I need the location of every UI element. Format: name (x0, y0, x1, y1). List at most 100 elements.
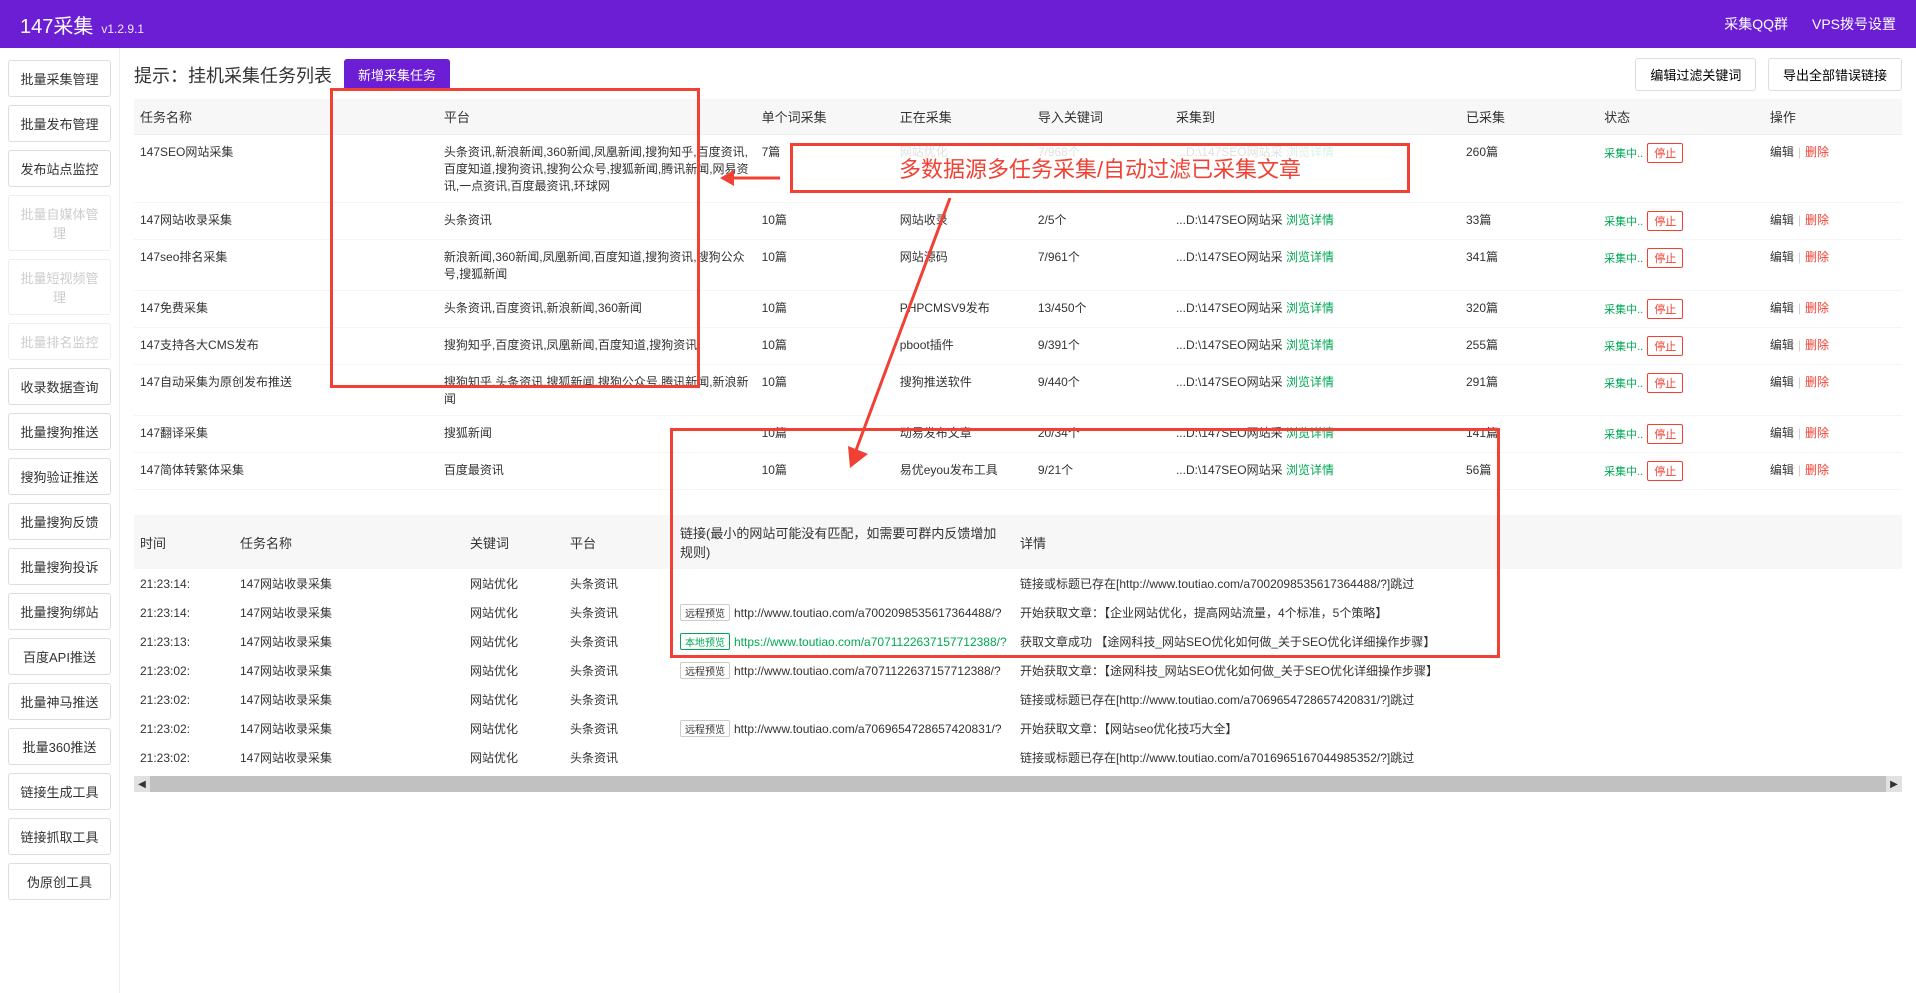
sidebar-item-11[interactable]: 批量搜狗绑站 (8, 593, 111, 630)
sidebar-item-16[interactable]: 链接抓取工具 (8, 818, 111, 855)
delete-link[interactable]: 删除 (1805, 250, 1829, 264)
horizontal-scrollbar[interactable]: ◀ ▶ (134, 776, 1902, 792)
log-time: 21:23:13: (134, 627, 234, 656)
col-header-action: 操作 (1764, 99, 1902, 135)
edit-filter-button[interactable]: 编辑过滤关键词 (1635, 58, 1756, 91)
sidebar-item-13[interactable]: 批量神马推送 (8, 683, 111, 720)
edit-link[interactable]: 编辑 (1770, 213, 1794, 227)
header-link-vps[interactable]: VPS拨号设置 (1812, 14, 1896, 34)
view-detail-link[interactable]: 浏览详情 (1286, 463, 1334, 477)
sidebar-item-8[interactable]: 搜狗验证推送 (8, 458, 111, 495)
delete-link[interactable]: 删除 (1805, 338, 1829, 352)
header-link-qq[interactable]: 采集QQ群 (1724, 14, 1788, 34)
cell-action: 编辑|删除 (1764, 328, 1902, 365)
view-detail-link[interactable]: 浏览详情 (1286, 250, 1334, 264)
cell-keywords: 9/21个 (1032, 453, 1170, 490)
stop-button[interactable]: 停止 (1647, 143, 1683, 163)
edit-link[interactable]: 编辑 (1770, 301, 1794, 315)
log-col-time: 时间 (134, 515, 234, 569)
stop-button[interactable]: 停止 (1647, 299, 1683, 319)
log-time: 21:23:14: (134, 598, 234, 627)
sidebar-item-12[interactable]: 百度API推送 (8, 638, 111, 675)
cell-status: 采集中..停止 (1598, 291, 1764, 328)
log-time: 21:23:02: (134, 714, 234, 743)
log-keyword: 网站优化 (464, 685, 564, 714)
cell-single: 7篇 (756, 135, 894, 203)
edit-link[interactable]: 编辑 (1770, 375, 1794, 389)
cell-collected: 255篇 (1460, 328, 1598, 365)
cell-name: 147SEO网站采集 (134, 135, 438, 203)
scrollbar-thumb[interactable] (150, 776, 1886, 792)
cell-platform: 头条资讯 (438, 203, 756, 240)
delete-link[interactable]: 删除 (1805, 301, 1829, 315)
sidebar-item-10[interactable]: 批量搜狗投诉 (8, 548, 111, 585)
edit-link[interactable]: 编辑 (1770, 463, 1794, 477)
stop-button[interactable]: 停止 (1647, 211, 1683, 231)
log-col-keyword: 关键词 (464, 515, 564, 569)
view-detail-link[interactable]: 浏览详情 (1286, 145, 1334, 159)
sidebar-item-14[interactable]: 批量360推送 (8, 728, 111, 765)
col-header-target: 采集到 (1170, 99, 1460, 135)
edit-link[interactable]: 编辑 (1770, 338, 1794, 352)
scroll-right-icon[interactable]: ▶ (1886, 776, 1902, 792)
sidebar-item-15[interactable]: 链接生成工具 (8, 773, 111, 810)
panel-title: 提示：挂机采集任务列表 (134, 62, 332, 88)
edit-link[interactable]: 编辑 (1770, 250, 1794, 264)
cell-single: 10篇 (756, 416, 894, 453)
edit-link[interactable]: 编辑 (1770, 145, 1794, 159)
cell-target: ...D:\147SEO网站采 浏览详情 (1170, 240, 1460, 291)
stop-button[interactable]: 停止 (1647, 461, 1683, 481)
sidebar-item-9[interactable]: 批量搜狗反馈 (8, 503, 111, 540)
delete-link[interactable]: 删除 (1805, 375, 1829, 389)
log-detail: 获取文章成功 【途网科技_网站SEO优化如何做_关于SEO优化详细操作步骤】 (1014, 627, 1902, 656)
col-header-collected: 已采集 (1460, 99, 1598, 135)
tag-remote[interactable]: 远程预览 (680, 662, 730, 679)
scroll-left-icon[interactable]: ◀ (134, 776, 150, 792)
view-detail-link[interactable]: 浏览详情 (1286, 426, 1334, 440)
cell-keywords: 9/440个 (1032, 365, 1170, 416)
tag-local[interactable]: 本地预览 (680, 633, 730, 650)
edit-link[interactable]: 编辑 (1770, 426, 1794, 440)
cell-collected: 341篇 (1460, 240, 1598, 291)
delete-link[interactable]: 删除 (1805, 213, 1829, 227)
status-text: 采集中.. (1604, 216, 1643, 228)
view-detail-link[interactable]: 浏览详情 (1286, 213, 1334, 227)
view-detail-link[interactable]: 浏览详情 (1286, 301, 1334, 315)
stop-button[interactable]: 停止 (1647, 336, 1683, 356)
status-text: 采集中.. (1604, 253, 1643, 265)
link-text: http://www.toutiao.com/a7069654728657420… (734, 722, 1002, 736)
sidebar-item-2[interactable]: 发布站点监控 (8, 150, 111, 187)
delete-link[interactable]: 删除 (1805, 426, 1829, 440)
delete-link[interactable]: 删除 (1805, 145, 1829, 159)
stop-button[interactable]: 停止 (1647, 424, 1683, 444)
log-task: 147网站收录采集 (234, 685, 464, 714)
cell-single: 10篇 (756, 453, 894, 490)
log-time: 21:23:02: (134, 656, 234, 685)
sidebar-item-0[interactable]: 批量采集管理 (8, 60, 111, 97)
sidebar-item-7[interactable]: 批量搜狗推送 (8, 413, 111, 450)
view-detail-link[interactable]: 浏览详情 (1286, 338, 1334, 352)
content-area: 多数据源多任务采集/自动过滤已采集文章 提示：挂机采集任务列表 新增采集任务 编… (120, 48, 1916, 993)
log-detail: 开始获取文章：【企业网站优化，提高网站流量，4个标准，5个策略】 (1014, 598, 1902, 627)
tag-remote[interactable]: 远程预览 (680, 720, 730, 737)
export-errors-button[interactable]: 导出全部错误链接 (1768, 58, 1902, 91)
log-col-platform: 平台 (564, 515, 674, 569)
sidebar-item-1[interactable]: 批量发布管理 (8, 105, 111, 142)
stop-button[interactable]: 停止 (1647, 373, 1683, 393)
tag-remote[interactable]: 远程预览 (680, 604, 730, 621)
log-time: 21:23:14: (134, 569, 234, 598)
delete-link[interactable]: 删除 (1805, 463, 1829, 477)
log-row: 21:23:02:147网站收录采集网站优化头条资讯链接或标题已存在[http:… (134, 743, 1902, 772)
link-text: http://www.toutiao.com/a7002098535617364… (734, 606, 1002, 620)
stop-button[interactable]: 停止 (1647, 248, 1683, 268)
cell-collected: 141篇 (1460, 416, 1598, 453)
log-link: 远程预览 http://www.toutiao.com/a700209853561… (674, 598, 1014, 627)
cell-status: 采集中..停止 (1598, 453, 1764, 490)
cell-single: 10篇 (756, 365, 894, 416)
log-table: 时间 任务名称 关键词 平台 链接(最小的网站可能没有匹配，如需要可群内反馈增加… (134, 515, 1902, 772)
add-task-button[interactable]: 新增采集任务 (344, 59, 450, 90)
sidebar-item-17[interactable]: 伪原创工具 (8, 863, 111, 900)
cell-collecting: 搜狗推送软件 (894, 365, 1032, 416)
sidebar-item-6[interactable]: 收录数据查询 (8, 368, 111, 405)
view-detail-link[interactable]: 浏览详情 (1286, 375, 1334, 389)
